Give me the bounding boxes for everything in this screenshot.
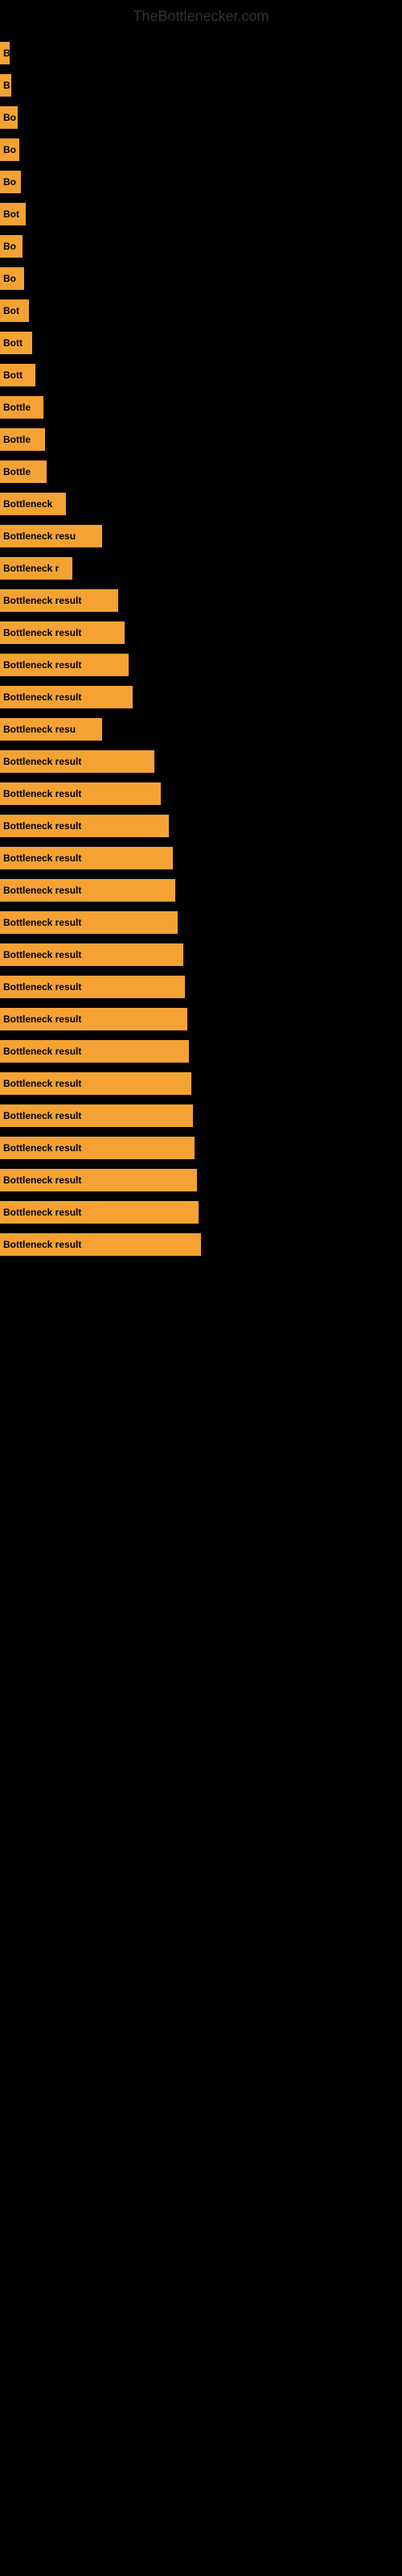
bar-row: Bo — [0, 134, 402, 166]
bar-row: Bott — [0, 327, 402, 359]
bar-label: Bottleneck result — [0, 589, 118, 612]
site-title: TheBottlenecker.com — [0, 0, 402, 29]
bar-row: Bottleneck result — [0, 617, 402, 649]
bar-row: Bottle — [0, 423, 402, 456]
bar-label: Bottleneck result — [0, 1040, 189, 1063]
bar-row: Bottleneck result — [0, 810, 402, 842]
bar-row: B — [0, 37, 402, 69]
bar-row: Bot — [0, 295, 402, 327]
bar-row: Bottleneck result — [0, 1196, 402, 1228]
bar-row: Bottleneck result — [0, 1003, 402, 1035]
bar-row: Bottleneck result — [0, 584, 402, 617]
bar-label: Bottleneck result — [0, 1169, 197, 1191]
bar-label: Bottleneck r — [0, 557, 72, 580]
bar-row: Bottleneck result — [0, 1035, 402, 1067]
bar-label: Bottleneck result — [0, 782, 161, 805]
bar-label: Bottleneck result — [0, 1072, 191, 1095]
bar-row: Bo — [0, 262, 402, 295]
bar-row: Bottleneck result — [0, 1100, 402, 1132]
bar-row: Bott — [0, 359, 402, 391]
bar-label: Bottleneck result — [0, 815, 169, 837]
bar-label: Bottle — [0, 460, 47, 483]
bar-row: Bottleneck result — [0, 1067, 402, 1100]
bar-label: Bottleneck result — [0, 1233, 201, 1256]
bar-label: Bottleneck resu — [0, 525, 102, 547]
bar-label: Bo — [0, 106, 18, 129]
bar-label: B — [0, 42, 10, 64]
bar-label: Bottleneck result — [0, 943, 183, 966]
bar-label: Bo — [0, 235, 23, 258]
bar-label: Bot — [0, 299, 29, 322]
bar-row: Bottleneck result — [0, 842, 402, 874]
bar-label: Bottleneck result — [0, 750, 154, 773]
bar-row: Bottleneck result — [0, 1132, 402, 1164]
bar-row: Bo — [0, 166, 402, 198]
bar-label: Bo — [0, 171, 21, 193]
bar-row: Bottleneck resu — [0, 713, 402, 745]
bar-row: Bottleneck result — [0, 778, 402, 810]
bar-label: Bottleneck result — [0, 1104, 193, 1127]
bar-label: Bottle — [0, 396, 43, 419]
bar-label: Bottleneck result — [0, 686, 133, 708]
bar-row: Bottleneck result — [0, 649, 402, 681]
bar-label: B — [0, 74, 11, 97]
bar-label: Bo — [0, 138, 19, 161]
bar-row: Bottleneck result — [0, 939, 402, 971]
bar-row: Bottleneck r — [0, 552, 402, 584]
bar-label: Bottle — [0, 428, 45, 451]
bar-row: Bottleneck result — [0, 971, 402, 1003]
bar-row: Bottleneck result — [0, 1164, 402, 1196]
bar-label: Bottleneck resu — [0, 718, 102, 741]
bar-label: Bottleneck result — [0, 847, 173, 869]
bar-label: Bottleneck result — [0, 911, 178, 934]
bar-label: Bottleneck result — [0, 621, 125, 644]
bar-label: Bo — [0, 267, 24, 290]
bar-row: Bottleneck result — [0, 906, 402, 939]
bar-row: Bottle — [0, 456, 402, 488]
bar-label: Bottleneck result — [0, 1201, 199, 1224]
bar-row: Bo — [0, 101, 402, 134]
bar-row: Bottleneck resu — [0, 520, 402, 552]
bar-label: Bottleneck result — [0, 976, 185, 998]
bar-row: Bottleneck — [0, 488, 402, 520]
bar-label: Bottleneck — [0, 493, 66, 515]
bar-row: Bottle — [0, 391, 402, 423]
bar-label: Bott — [0, 364, 35, 386]
bar-label: Bottleneck result — [0, 1008, 187, 1030]
bar-row: Bo — [0, 230, 402, 262]
bar-row: Bottleneck result — [0, 874, 402, 906]
bar-row: Bottleneck result — [0, 681, 402, 713]
bar-row: Bottleneck result — [0, 1228, 402, 1261]
bar-row: B — [0, 69, 402, 101]
bar-label: Bott — [0, 332, 32, 354]
bar-label: Bottleneck result — [0, 879, 175, 902]
bar-row: Bottleneck result — [0, 745, 402, 778]
bar-label: Bottleneck result — [0, 654, 129, 676]
bar-row: Bot — [0, 198, 402, 230]
bars-container: BB Bo Bo Bo Bot Bo Bo Bot Bott Bott Bottle Bottle Bo… — [0, 29, 402, 1269]
bar-label: Bot — [0, 203, 26, 225]
bar-label: Bottleneck result — [0, 1137, 195, 1159]
